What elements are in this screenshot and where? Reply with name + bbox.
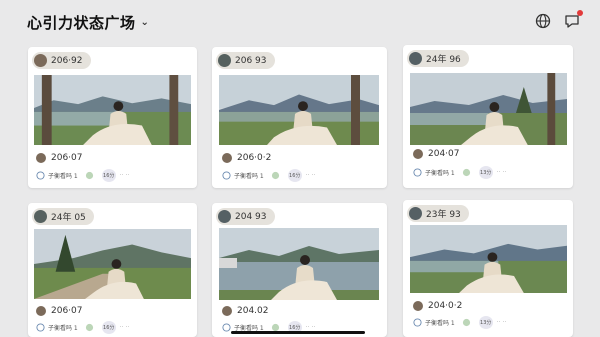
score-badge: 13分 <box>478 166 493 179</box>
post-tag-label: 23年 93 <box>426 210 461 220</box>
header: 心引力状态广场 ⌄ <box>0 0 600 44</box>
avatar <box>409 52 422 65</box>
post-photo[interactable] <box>219 75 379 145</box>
post-photo[interactable] <box>410 73 567 145</box>
post-tag-label: 204 93 <box>235 211 267 222</box>
like-icon[interactable] <box>271 171 280 180</box>
avatar[interactable] <box>36 306 46 316</box>
post-caption: 子衡看吗 1 <box>425 320 455 327</box>
landscape-photo <box>219 75 379 145</box>
author-row: 206·0·2 <box>222 153 271 163</box>
avatar[interactable] <box>36 153 46 163</box>
message-icon[interactable] <box>563 10 583 30</box>
avatar <box>34 210 47 223</box>
post-card[interactable]: 24年 96 204·07 子衡看吗 1 13分 ·· ·· <box>403 45 573 188</box>
landscape-photo <box>34 229 191 299</box>
page-title-text: 心引力状态广场 <box>27 14 136 32</box>
landscape-photo <box>34 75 191 145</box>
page-title[interactable]: 心引力状态广场 ⌄ <box>27 12 149 33</box>
post-tag: 206·92 <box>32 52 91 69</box>
meta-text: ·· ·· <box>496 319 507 326</box>
score-badge: 16分 <box>101 169 116 182</box>
author-row: 206·07 <box>36 306 83 316</box>
score-badge: 16分 <box>287 169 302 182</box>
author-label: 206·0·2 <box>237 153 272 163</box>
post-card[interactable]: 24年 05 206·07 子衡看吗 1 16分 ·· ·· <box>28 203 197 337</box>
avatar <box>409 207 422 220</box>
post-tag: 206 93 <box>216 52 275 69</box>
meta-text: ·· ·· <box>119 324 130 331</box>
post-tag: 24年 96 <box>407 50 469 67</box>
post-tag-label: 206·92 <box>51 55 83 66</box>
author-label: 206·07 <box>51 306 83 316</box>
globe-icon[interactable] <box>534 12 552 30</box>
like-icon[interactable] <box>462 168 471 177</box>
post-actions: 子衡看吗 1 16分 ·· ·· <box>222 169 315 182</box>
comment-icon[interactable] <box>36 171 45 180</box>
post-tag-label: 206 93 <box>235 55 267 66</box>
post-actions: 子衡看吗 1 13分 ·· ·· <box>413 316 506 329</box>
score-badge: 16分 <box>101 321 116 334</box>
post-photo[interactable] <box>219 228 379 300</box>
home-indicator[interactable] <box>231 331 365 334</box>
meta-text: ·· ·· <box>496 169 507 176</box>
post-caption: 子衡看吗 1 <box>425 170 455 177</box>
landscape-photo <box>219 228 379 300</box>
post-tag-label: 24年 05 <box>51 213 86 223</box>
post-card[interactable]: 204 93 204.02 子衡看吗 1 16分 ·· ·· <box>212 203 387 337</box>
chevron-down-icon[interactable]: ⌄ <box>141 17 150 28</box>
post-tag: 204 93 <box>216 208 275 225</box>
notification-dot <box>577 10 583 16</box>
score-badge: 13分 <box>478 316 493 329</box>
post-card[interactable]: 206·92 206·07 子衡看吗 1 16分 ·· ·· <box>28 47 197 188</box>
comment-icon[interactable] <box>222 171 231 180</box>
like-icon[interactable] <box>85 171 94 180</box>
post-photo[interactable] <box>34 229 191 299</box>
post-tag: 23年 93 <box>407 205 469 222</box>
avatar[interactable] <box>413 149 423 159</box>
post-actions: 子衡看吗 1 13分 ·· ·· <box>413 166 506 179</box>
post-caption: 子衡看吗 1 <box>48 325 78 332</box>
post-actions: 子衡看吗 1 16分 ·· ·· <box>36 169 129 182</box>
comment-icon[interactable] <box>36 323 45 332</box>
avatar <box>34 54 47 67</box>
avatar <box>218 54 231 67</box>
author-label: 206·07 <box>51 153 83 163</box>
author-row: 204.02 <box>222 306 269 316</box>
post-caption: 子衡看吗 1 <box>234 173 264 180</box>
post-caption: 子衡看吗 1 <box>48 173 78 180</box>
like-icon[interactable] <box>462 318 471 327</box>
post-actions: 子衡看吗 1 16分 ·· ·· <box>36 321 129 334</box>
avatar[interactable] <box>222 306 232 316</box>
author-label: 204·0·2 <box>428 301 463 311</box>
post-tag-label: 24年 96 <box>426 55 461 65</box>
post-tag: 24年 05 <box>32 208 94 225</box>
author-row: 204·07 <box>413 149 460 159</box>
post-photo[interactable] <box>34 75 191 145</box>
author-label: 204.02 <box>237 306 269 316</box>
meta-text: ·· ·· <box>119 172 130 179</box>
meta-text: ·· ·· <box>305 324 316 331</box>
avatar <box>218 210 231 223</box>
post-card[interactable]: 23年 93 204·0·2 子衡看吗 1 13分 ·· ·· <box>403 200 573 337</box>
meta-text: ·· ·· <box>305 172 316 179</box>
comment-icon[interactable] <box>222 323 231 332</box>
landscape-photo <box>410 73 567 145</box>
author-row: 204·0·2 <box>413 301 462 311</box>
like-icon[interactable] <box>85 323 94 332</box>
comment-icon[interactable] <box>413 318 422 327</box>
comment-icon[interactable] <box>413 168 422 177</box>
landscape-photo <box>410 225 567 293</box>
avatar[interactable] <box>413 301 423 311</box>
author-row: 206·07 <box>36 153 83 163</box>
post-card[interactable]: 206 93 206·0·2 子衡看吗 1 16分 ·· ·· <box>212 47 387 188</box>
post-photo[interactable] <box>410 225 567 293</box>
author-label: 204·07 <box>428 149 460 159</box>
avatar[interactable] <box>222 153 232 163</box>
